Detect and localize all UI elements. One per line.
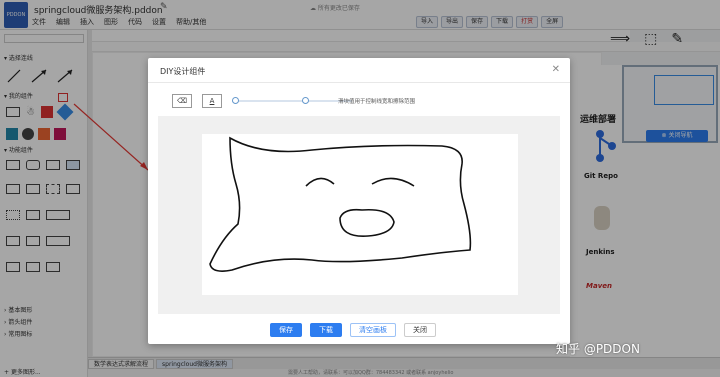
close-icon[interactable]: ✕ [552, 64, 560, 75]
sketch-left-eye [305, 177, 335, 187]
app-window: PDDON springcloud微服务架构.pddon ✎ ☁ 所有更改已保存… [0, 0, 720, 377]
slider-track [232, 100, 302, 102]
pen-color-icon[interactable]: A [202, 94, 222, 108]
download-drawing-button[interactable]: 下载 [310, 323, 342, 337]
close-dialog-button[interactable]: 关闭 [404, 323, 436, 337]
sketch [209, 136, 472, 272]
sketch-outline [209, 136, 472, 272]
pen-width-slider[interactable] [232, 97, 302, 104]
diy-component-dialog: DIY设计组件 ✕ ⌫ A 滑块值用于控制线宽和擦除范围 保存 下载 清空画板 … [148, 58, 570, 344]
sketch-mouth [339, 208, 395, 237]
eraser-tool-icon[interactable]: ⌫ [172, 94, 192, 108]
save-drawing-button[interactable]: 保存 [270, 323, 302, 337]
watermark: 知乎 @PDDON [556, 342, 640, 356]
draw-controls: ⌫ A [172, 94, 222, 108]
slider-hint: 滑块值用于控制线宽和擦除范围 [338, 99, 416, 105]
dialog-actions: 保存 下载 清空画板 关闭 [270, 323, 436, 337]
dialog-divider [148, 82, 570, 83]
slider-knob[interactable] [302, 97, 309, 104]
drawing-area [158, 116, 560, 314]
sketch-right-eye [371, 177, 415, 187]
dialog-title: DIY设计组件 [160, 67, 206, 76]
slider-knob[interactable] [232, 97, 239, 104]
drawing-canvas[interactable] [202, 134, 518, 295]
clear-canvas-button[interactable]: 清空画板 [350, 323, 396, 337]
